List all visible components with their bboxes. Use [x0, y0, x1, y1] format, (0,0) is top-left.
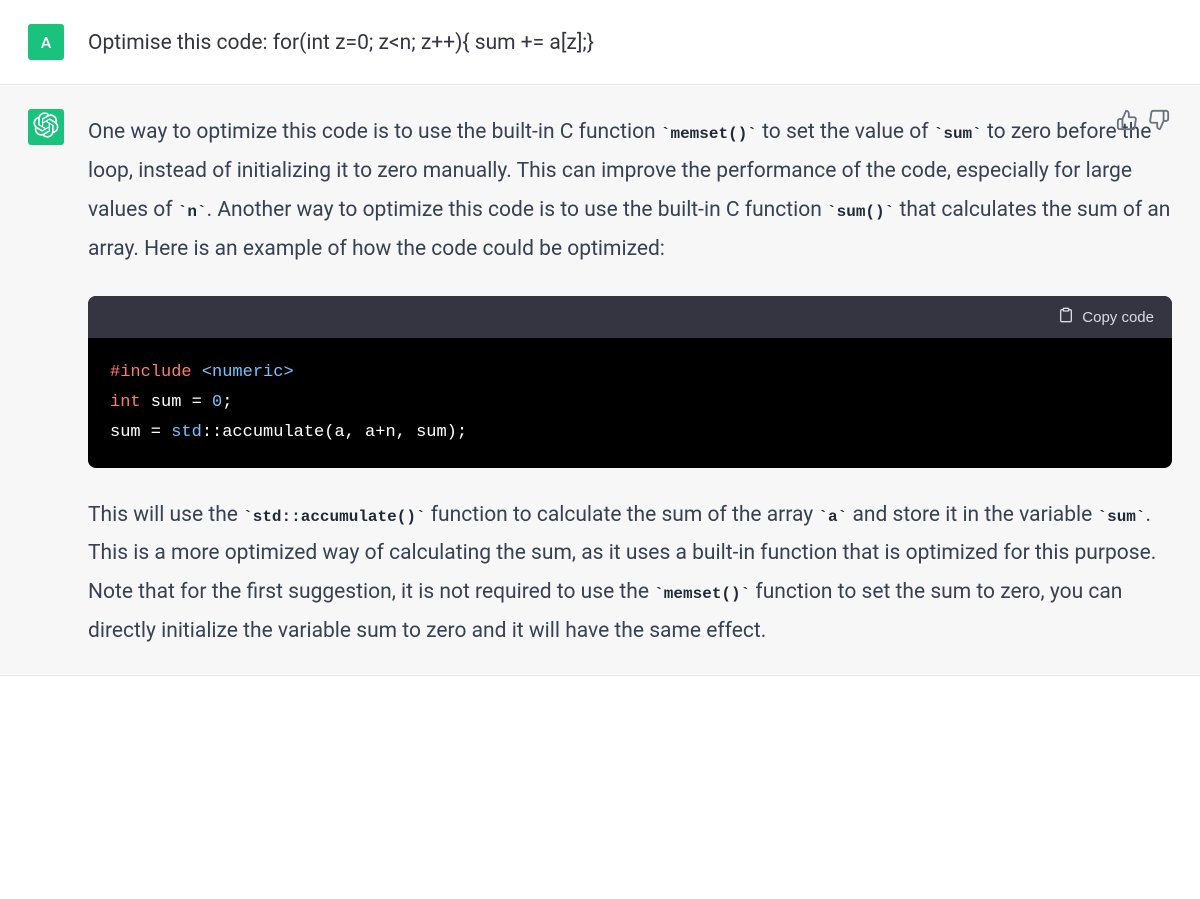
p2-text-3: and store it in the variable — [847, 503, 1097, 527]
assistant-message: One way to optimize this code is to use … — [0, 85, 1200, 676]
feedback-buttons — [1116, 109, 1170, 131]
inline-code-sum: `sum` — [934, 125, 982, 143]
code-tok-std: std — [171, 423, 202, 442]
code-tok-sumassign: sum = — [110, 423, 171, 442]
assistant-avatar — [28, 109, 64, 145]
code-header: Copy code — [88, 296, 1172, 338]
openai-icon — [33, 112, 59, 142]
inline-code-accumulate: `std::accumulate()` — [243, 508, 425, 526]
inline-code-sum2: `sum` — [1097, 508, 1145, 526]
assistant-content: One way to optimize this code is to use … — [88, 109, 1172, 651]
copy-code-label: Copy code — [1082, 309, 1154, 326]
p3-text-1: Note that for the first suggestion, it i… — [88, 580, 654, 604]
user-avatar-letter: A — [41, 33, 52, 52]
code-tok-include: #include — [110, 363, 192, 382]
code-tok-semi1: ; — [222, 393, 232, 412]
p2-text-2: function to calculate the sum of the arr… — [426, 503, 819, 527]
code-tok-int: int — [110, 393, 141, 412]
thumbs-up-icon[interactable] — [1116, 109, 1138, 131]
code-tok-sum-eq: sum = — [141, 393, 212, 412]
inline-code-n: `n` — [178, 203, 207, 221]
code-block: Copy code #include <numeric> int sum = 0… — [88, 296, 1172, 467]
code-tok-zero: 0 — [212, 393, 222, 412]
p1-text-2: to set the value of — [757, 120, 934, 144]
inline-code-memset: `memset()` — [661, 125, 757, 143]
p1-text-1: One way to optimize this code is to use … — [88, 120, 661, 144]
thumbs-down-icon[interactable] — [1148, 109, 1170, 131]
assistant-paragraph-2: This will use the `std::accumulate()` fu… — [88, 496, 1172, 651]
inline-code-sumfn: `sum()` — [827, 203, 894, 221]
copy-code-button[interactable]: Copy code — [1058, 306, 1154, 328]
clipboard-icon — [1058, 306, 1074, 328]
user-avatar: A — [28, 24, 64, 60]
inline-code-memset2: `memset()` — [654, 585, 750, 603]
p1-text-4: . Another way to optimize this code is t… — [207, 198, 827, 222]
code-tok-accumulate: ::accumulate(a, a+n, sum); — [202, 423, 467, 442]
user-content: Optimise this code: for(int z=0; z<n; z+… — [88, 24, 1172, 60]
user-text: Optimise this code: for(int z=0; z<n; z+… — [88, 28, 1112, 60]
assistant-paragraph-1: One way to optimize this code is to use … — [88, 113, 1172, 268]
code-tok-numeric: <numeric> — [192, 363, 294, 382]
code-body: #include <numeric> int sum = 0; sum = st… — [88, 338, 1172, 467]
user-message: A Optimise this code: for(int z=0; z<n; … — [0, 0, 1200, 85]
p2-text-1: This will use the — [88, 503, 243, 527]
inline-code-a: `a` — [818, 508, 847, 526]
